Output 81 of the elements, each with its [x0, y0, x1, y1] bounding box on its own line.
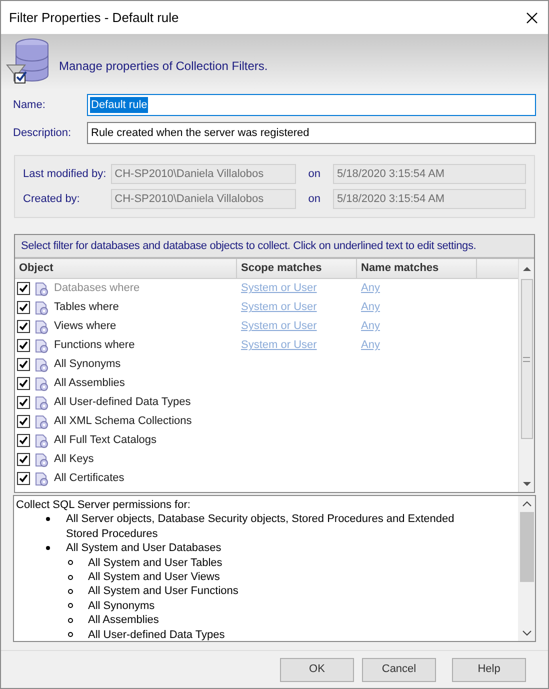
name-link[interactable]: Any — [361, 301, 380, 314]
checkbox[interactable] — [17, 434, 30, 447]
circle-bullet-icon — [68, 574, 73, 580]
circle-bullet-icon — [68, 603, 73, 608]
checkbox[interactable] — [17, 301, 30, 314]
circle-bullet-icon — [68, 560, 73, 566]
list-item-text: All Assemblies — [88, 613, 159, 628]
readonly-field: 5/18/2020 3:15:54 AM — [332, 164, 526, 184]
checkbox[interactable] — [17, 415, 30, 428]
object-label: All Synonyms — [54, 357, 121, 372]
header-text: Manage properties of Collection Filters. — [59, 58, 268, 75]
readonly-field: CH-SP2010\Daniela Villalobos — [110, 189, 296, 209]
on-label: on — [307, 192, 322, 207]
database-object-icon — [34, 376, 50, 392]
field-label: Last modified by: — [23, 166, 108, 182]
database-object-icon — [34, 280, 50, 296]
column-header[interactable]: Scope matches — [237, 259, 357, 278]
on-label: on — [307, 166, 322, 182]
checkbox[interactable] — [17, 320, 30, 333]
object-label: All Keys — [54, 452, 94, 468]
bullet-icon — [46, 517, 50, 522]
scope-link[interactable]: System or User — [241, 339, 317, 352]
checkbox[interactable] — [17, 472, 30, 485]
field-label: Name: — [13, 98, 46, 113]
database-object-icon — [34, 394, 50, 410]
scope-link[interactable]: System or User — [241, 301, 317, 314]
object-label: All Full Text Catalogs — [54, 433, 157, 448]
input-field[interactable]: Rule created when the server was registered — [87, 122, 536, 144]
readonly-field: 5/18/2020 3:15:54 AM — [332, 189, 526, 209]
database-object-icon — [34, 470, 50, 486]
readonly-field: CH-SP2010\Daniela Villalobos — [110, 164, 296, 184]
column-header[interactable]: Name matches — [357, 259, 477, 278]
object-label: All Assemblies — [54, 376, 125, 392]
dialog-button[interactable]: OK — [280, 658, 354, 682]
list-item-text: All System and User Functions — [88, 584, 238, 599]
object-label: All User-defined Data Types — [54, 395, 191, 410]
instruction-text: Select filter for databases and database objects to collect. Click on underlined text to edit settings. — [15, 235, 534, 259]
scrollbar-thumb[interactable] — [520, 279, 532, 439]
list-item-text: All System and User Tables — [88, 556, 222, 570]
permissions-intro: Collect SQL Server permissions for: — [16, 498, 192, 512]
list-item-text: All System and User Views — [88, 570, 220, 584]
object-label: Views where — [54, 319, 116, 334]
window-title: Filter Properties - Default rule — [9, 8, 179, 27]
checkbox[interactable] — [17, 453, 30, 466]
dialog-button[interactable]: Cancel — [362, 658, 436, 682]
circle-bullet-icon — [68, 632, 73, 638]
scrollbar[interactable] — [518, 496, 535, 641]
scope-link[interactable]: System or User — [241, 320, 317, 332]
field-label: Description: — [13, 126, 72, 141]
name-link[interactable]: Any — [361, 320, 380, 332]
list-item-text: All System and User Databases — [66, 541, 222, 556]
name-link[interactable]: Any — [361, 339, 380, 352]
dialog-button[interactable]: Help — [452, 658, 526, 682]
checkbox[interactable] — [17, 377, 30, 390]
circle-bullet-icon — [68, 588, 73, 594]
database-object-icon — [34, 452, 50, 468]
database-object-icon — [34, 356, 50, 372]
field-label: Created by: — [23, 192, 81, 207]
database-object-icon — [34, 318, 50, 334]
database-object-icon — [34, 432, 50, 448]
circle-bullet-icon — [68, 618, 73, 623]
object-label: Databases where — [54, 281, 140, 296]
column-header[interactable]: Object — [15, 259, 237, 278]
object-label: All XML Schema Collections — [54, 414, 192, 430]
close-icon[interactable] — [526, 12, 538, 24]
input-field[interactable]: Default rule — [87, 94, 536, 116]
object-label: Tables where — [54, 300, 119, 316]
scrollbar-thumb[interactable] — [520, 512, 534, 582]
checkbox[interactable] — [17, 396, 30, 409]
scrollbar[interactable] — [518, 259, 534, 492]
checkbox[interactable] — [17, 339, 30, 352]
database-object-icon — [34, 414, 50, 430]
list-item-text: All Synonyms — [88, 598, 155, 614]
object-label: Functions where — [54, 338, 135, 354]
list-item-text: All Server objects, Database Security objects, Stored Procedures and Extended Stored Procedures — [66, 512, 456, 542]
database-object-icon — [34, 338, 50, 354]
database-object-icon — [34, 300, 50, 316]
checkbox[interactable] — [17, 358, 30, 371]
list-item-text: All User-defined Data Types — [88, 628, 225, 641]
object-label: All Certificates — [54, 471, 124, 486]
bullet-icon — [46, 546, 50, 550]
